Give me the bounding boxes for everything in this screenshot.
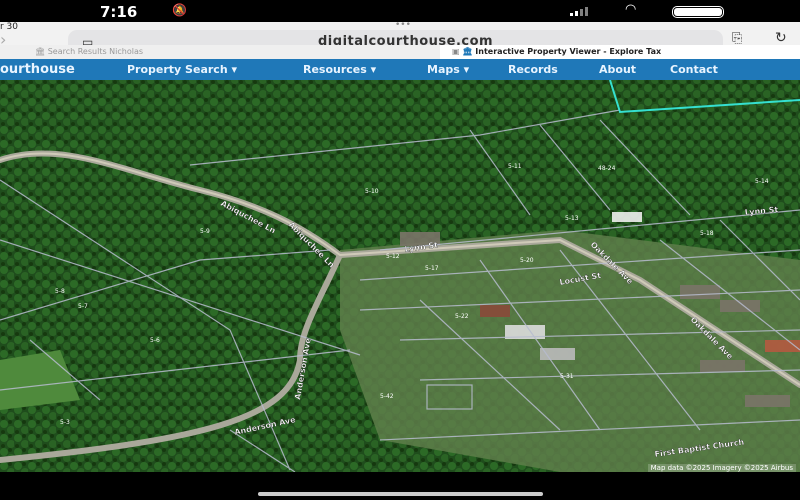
tab-label: Search Results Nicholas [47,47,144,56]
home-indicator[interactable] [258,492,543,496]
tab-label: Interactive Property Viewer - Explore Ta… [475,47,662,56]
parcel-label: 5-8 [55,288,65,295]
cellular-signal-icon [570,7,588,16]
tab-property-viewer[interactable]: ▣ 🏛 Interactive Property Viewer - Explor… [440,45,800,59]
map-attribution[interactable]: Map data ©2025 Imagery ©2025 Airbus [647,464,796,472]
nav-resources[interactable]: Resources ▾ [303,63,376,76]
parcel-label: 5-6 [150,337,160,344]
tab-bar: 🏛 Search Results Nicholas ▣ 🏛 Interactiv… [0,45,800,59]
parcel-label: 5-18 [700,230,714,237]
satellite-map[interactable]: Abiquchee Ln Abiquchee Ln Lynn St Lynn S… [0,80,800,472]
parcel-label: 5-3 [60,419,70,426]
parcel-label: 5-12 [386,253,400,260]
parcel-label: 5-11 [508,163,522,170]
reload-icon[interactable]: ↻ [775,30,787,46]
home-indicator-area [0,472,800,500]
reader-icon[interactable]: ⎘ [732,31,742,46]
bell-slash-icon: 🔕 [172,3,187,17]
parcel-label: 5-42 [380,393,394,400]
parcel-label: 5-20 [520,257,534,264]
parcel-label: 5-7 [78,303,88,310]
nav-contact[interactable]: Contact [670,63,718,76]
parcel-label: 5-9 [200,228,210,235]
parcel-label: 48-24 [598,165,616,172]
clock: 7:16 [100,3,138,21]
nav-about[interactable]: About [599,63,636,76]
nav-maps[interactable]: Maps ▾ [427,63,469,76]
battery-icon [672,6,724,18]
close-tab-icon[interactable]: ▣ [452,47,462,56]
more-dots-icon[interactable]: ••• [395,20,411,30]
brand-logo[interactable]: ourthouse [0,62,75,77]
bank-icon: 🏛 [35,47,48,56]
nav-records[interactable]: Records [508,63,558,76]
tab-search-results[interactable]: 🏛 Search Results Nicholas [0,45,440,59]
nav-property-search[interactable]: Property Search ▾ [127,63,237,76]
parcel-label: 5-10 [365,188,379,195]
parcel-label: 5-13 [565,215,579,222]
parcel-label: 5-31 [560,373,574,380]
parcel-label: 5-17 [425,265,439,272]
bank-icon: 🏛 [462,47,476,56]
parcel-label: 5-22 [455,313,469,320]
parcel-label: 5-14 [755,178,769,185]
site-nav: ourthouse Property Search ▾ Resources ▾ … [0,59,800,80]
wifi-icon: ◠ [625,2,637,17]
status-bar: 7:16 🔕 ◠ [0,0,800,22]
